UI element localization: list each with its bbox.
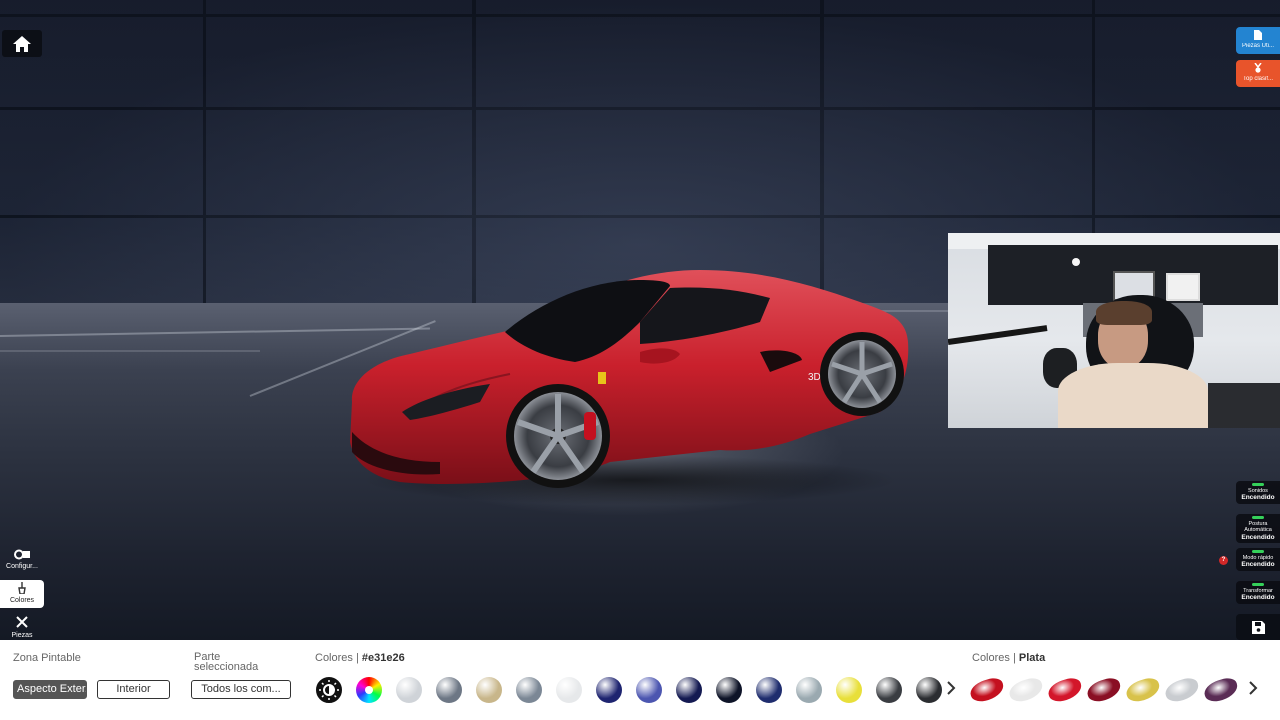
- paint-swatch[interactable]: [436, 677, 462, 703]
- toggle-transform-title: Transformar: [1243, 588, 1273, 594]
- colors-header-value: #e31e26: [361, 652, 405, 664]
- zone-interior-button[interactable]: Interior: [97, 680, 170, 699]
- paint-swatch[interactable]: [476, 677, 502, 703]
- paint-swatch[interactable]: [636, 677, 662, 703]
- toggle-sounds-title: Sonidos: [1248, 488, 1268, 494]
- toggle-auto-posture[interactable]: Postura Automática Encendido: [1236, 514, 1280, 544]
- finish-next-arrow[interactable]: [1248, 680, 1258, 701]
- paint-swatch[interactable]: [396, 677, 422, 703]
- paint-icon: [18, 582, 26, 595]
- paint-swatch[interactable]: [836, 677, 862, 703]
- paint-swatch[interactable]: [716, 677, 742, 703]
- toggle-auto-posture-title: Postura Automática: [1244, 521, 1272, 534]
- paint-swatch[interactable]: [556, 677, 582, 703]
- zone-label: Zona Pintable: [13, 652, 81, 664]
- toggle-fast-mode[interactable]: Modo rápido Encendido: [1236, 548, 1280, 571]
- chevron-right-icon: [1249, 681, 1258, 695]
- configurator-app: 3DT Piezas Uti... Top clasif... Configur…: [0, 0, 1280, 720]
- tool-colors-label: Colores: [9, 597, 35, 604]
- paint-swatch[interactable]: [676, 677, 702, 703]
- colors-next-arrow[interactable]: [946, 680, 956, 701]
- parts-used-button[interactable]: Piezas Uti...: [1236, 27, 1280, 54]
- paint-swatch[interactable]: [916, 677, 942, 703]
- webcam-overlay: [948, 233, 1280, 428]
- toggle-transform[interactable]: Transformar Encendido: [1236, 581, 1280, 604]
- chevron-right-icon: [947, 681, 956, 695]
- top-ranking-button[interactable]: Top clasif...: [1236, 60, 1280, 87]
- medal-icon: [1254, 62, 1262, 73]
- toggle-auto-posture-state: Encendido: [1241, 533, 1275, 541]
- document-icon: [1254, 30, 1262, 40]
- tool-parts-label: Piezas: [11, 632, 33, 639]
- toggle-fast-mode-title: Modo rápido: [1242, 555, 1274, 561]
- toggle-sounds[interactable]: Sonidos Encendido: [1236, 481, 1280, 504]
- brightness-swatch[interactable]: [316, 677, 342, 703]
- tool-settings-label: Configur...: [6, 563, 38, 570]
- save-icon: [1251, 620, 1265, 634]
- paint-swatch[interactable]: [796, 677, 822, 703]
- wrench-icon: [16, 616, 28, 628]
- brightness-icon: [319, 680, 339, 700]
- car-model[interactable]: 3DT: [340, 262, 920, 497]
- zone-exterior-button[interactable]: Aspecto Exter...: [13, 680, 87, 699]
- home-icon: [13, 35, 31, 52]
- tool-settings[interactable]: Configur...: [0, 547, 44, 575]
- toggle-transform-state: Encendido: [1241, 594, 1275, 602]
- parts-used-label: Piezas Uti...: [1241, 43, 1274, 49]
- finish-header-value: Plata: [1018, 652, 1046, 664]
- paint-swatch[interactable]: [596, 677, 622, 703]
- paint-swatch[interactable]: [876, 677, 902, 703]
- top-ranking-label: Top clasif...: [1242, 76, 1273, 82]
- part-label: Parte seleccionada: [194, 651, 259, 673]
- paint-swatch[interactable]: [756, 677, 782, 703]
- paint-swatch[interactable]: [516, 677, 542, 703]
- part-select[interactable]: Todos los com...: [191, 680, 291, 699]
- home-button[interactable]: [2, 30, 42, 57]
- finish-header-label: Colores: [972, 652, 1010, 664]
- settings-icon: [14, 549, 30, 560]
- finish-header: Colores | Plata: [972, 652, 1046, 664]
- tool-parts[interactable]: Piezas: [0, 613, 44, 641]
- toggle-sounds-state: Encendido: [1241, 494, 1275, 502]
- toggle-fast-mode-state: Encendido: [1241, 561, 1275, 569]
- save-button[interactable]: [1236, 614, 1280, 640]
- help-badge[interactable]: ?: [1219, 556, 1228, 565]
- tool-colors[interactable]: Colores: [0, 580, 44, 608]
- color-wheel-swatch[interactable]: [356, 677, 382, 703]
- colors-header: Colores | #e31e26: [315, 652, 405, 664]
- colors-header-label: Colores: [315, 652, 353, 664]
